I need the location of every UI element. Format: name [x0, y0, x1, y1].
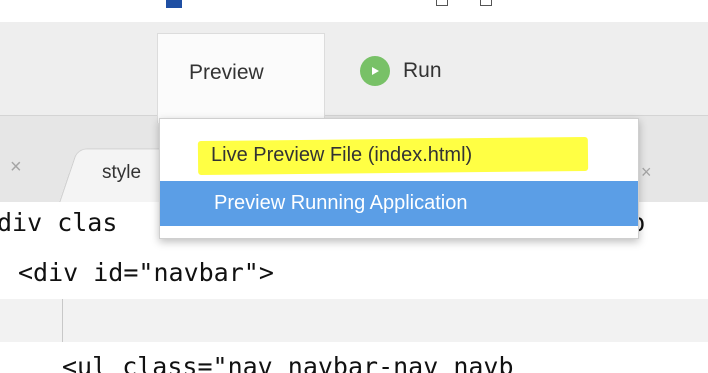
- bookmarks-bar: [0, 0, 708, 22]
- checkbox-icon: [480, 0, 492, 6]
- close-icon[interactable]: ×: [10, 156, 22, 179]
- current-line: [0, 299, 708, 342]
- editor-tab-label: style: [102, 162, 142, 183]
- preview-menu-button[interactable]: Preview: [157, 33, 325, 123]
- checkbox-icon: [436, 0, 448, 6]
- menu-item-label: Preview Running Application: [214, 192, 468, 214]
- code-line: <div id="navbar">: [18, 258, 274, 287]
- toolbar: [0, 22, 708, 116]
- play-icon: [360, 56, 390, 86]
- menu-item-label: Live Preview File (index.html): [211, 144, 473, 166]
- preview-label: Preview: [189, 61, 264, 84]
- close-icon[interactable]: ×: [641, 162, 652, 183]
- code-line: <ul class="nav navbar-nav navb: [62, 352, 514, 373]
- run-button[interactable]: Run: [360, 55, 442, 87]
- code-line: div clas: [0, 208, 118, 237]
- menu-item-live-preview-file[interactable]: Live Preview File (index.html): [160, 133, 638, 178]
- indent-guide: [62, 299, 63, 342]
- preview-dropdown-menu: Live Preview File (index.html) Preview R…: [159, 118, 639, 239]
- menu-item-preview-running-application[interactable]: Preview Running Application: [160, 181, 638, 226]
- bookmark-favicon-icon: [166, 0, 182, 8]
- run-label: Run: [403, 59, 442, 82]
